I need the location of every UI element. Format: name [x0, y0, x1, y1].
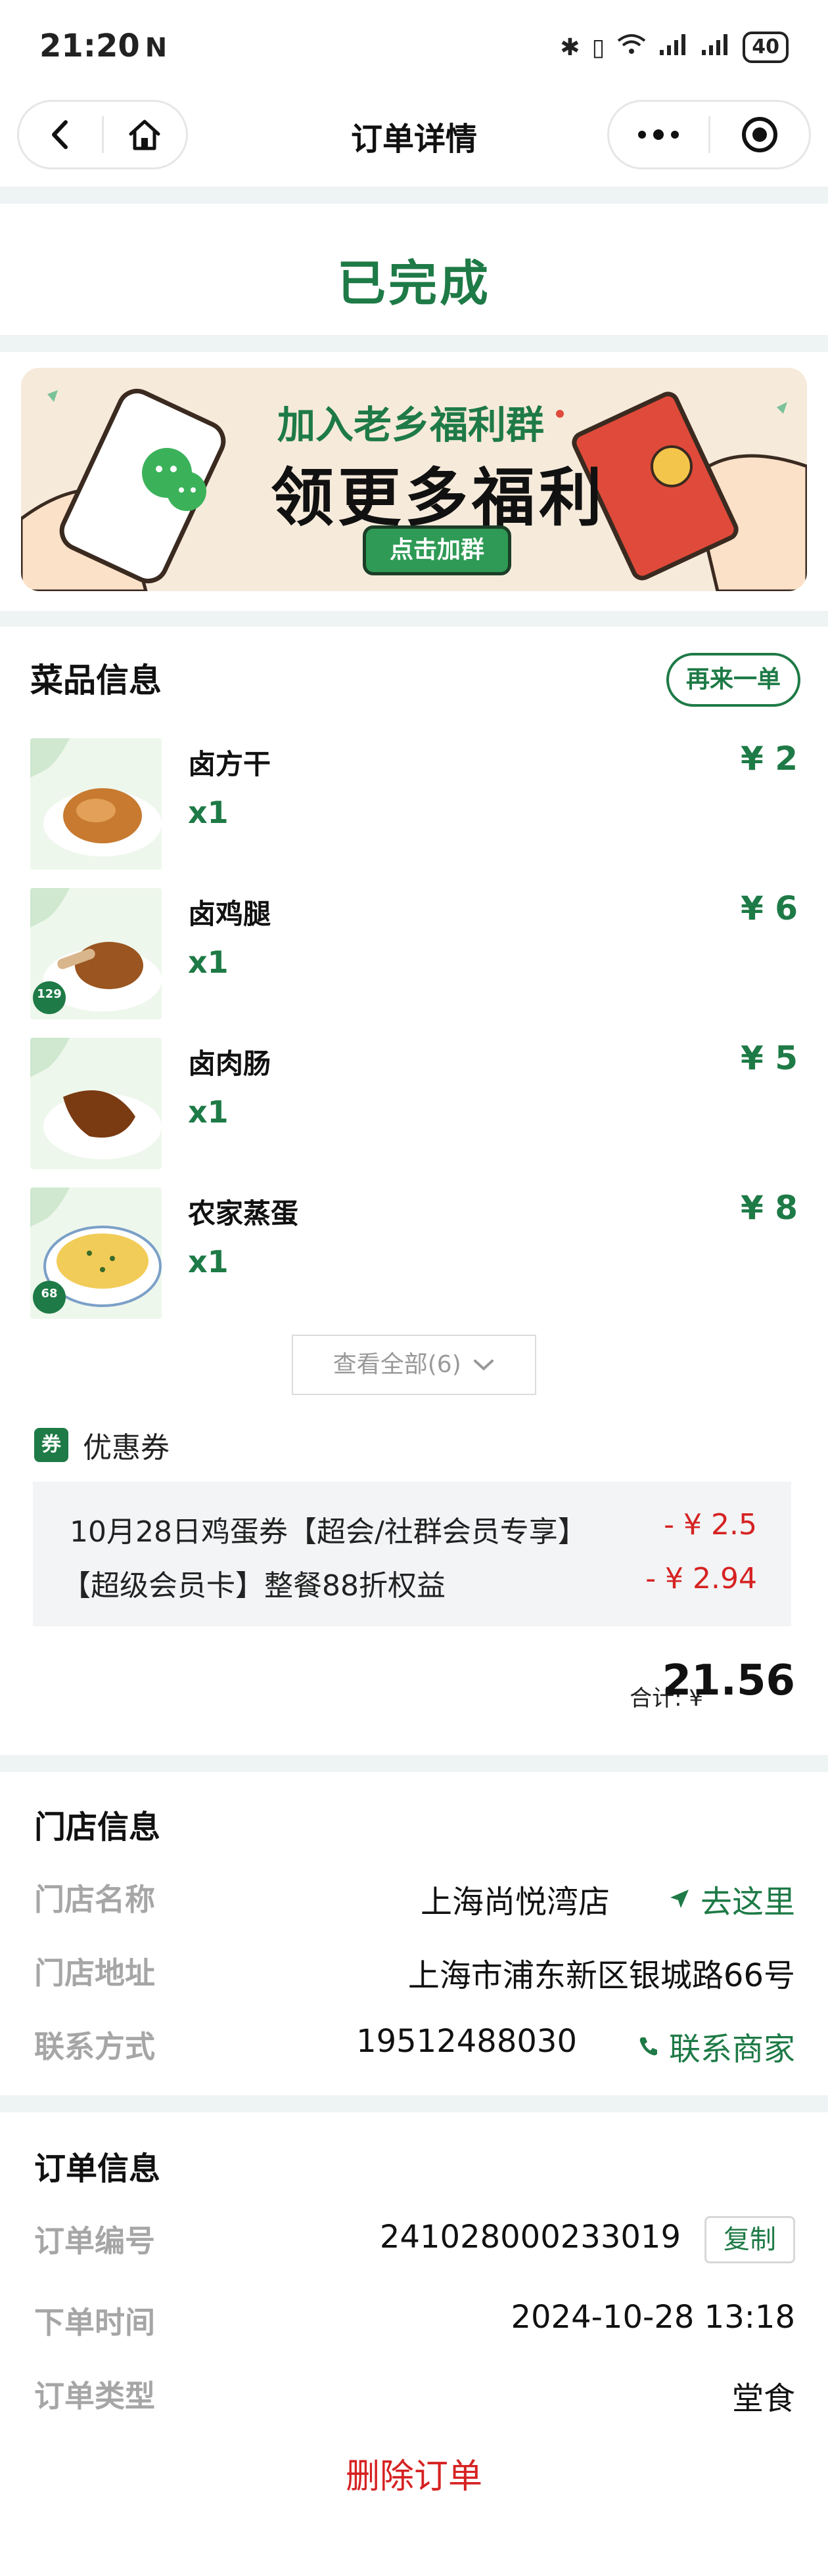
view-all-dishes-button[interactable]: 查看全部(6)	[292, 1335, 536, 1395]
contact-merchant-label: 联系商家	[668, 2031, 795, 2068]
section-divider	[0, 1755, 828, 1772]
signal-icon	[658, 33, 689, 62]
section-divider	[0, 187, 828, 204]
nav-right-capsule	[607, 100, 811, 169]
wifi-icon	[616, 33, 647, 62]
navigate-button[interactable]: 去这里	[668, 1876, 795, 1922]
banner-subtitle: 加入老乡福利群	[277, 403, 545, 447]
dish-price: ¥ 8	[741, 1189, 798, 1227]
battery-indicator: 40	[743, 32, 789, 63]
coupon-header: 券 优惠券	[34, 1424, 170, 1466]
dish-quantity: x1	[188, 1094, 229, 1130]
navigation-arrow-icon	[670, 1890, 689, 1908]
order-section-title: 订单信息	[34, 2150, 161, 2187]
banner-headline: 领更多福利	[271, 461, 606, 535]
order-status: 已完成	[337, 255, 491, 312]
dish-item[interactable]: 卤肉肠 x1 ¥ 5	[0, 1038, 828, 1176]
dish-item[interactable]: 129 卤鸡腿 x1 ¥ 6	[0, 888, 828, 1026]
dish-name: 卤鸡腿	[188, 898, 271, 930]
store-address: 上海市浦东新区银城路66号	[407, 1957, 795, 1994]
store-section-title: 门店信息	[34, 1809, 161, 1846]
reorder-button[interactable]: 再来一单	[666, 653, 800, 707]
section-divider	[0, 611, 828, 627]
section-divider	[0, 2095, 828, 2112]
close-miniprogram-button[interactable]	[710, 102, 810, 167]
delete-order-button[interactable]: 删除订单	[0, 2449, 828, 2498]
coupon-label: 【超级会员卡】整餐88折权益	[62, 1569, 446, 1603]
join-group-button[interactable]: 点击加群	[363, 525, 511, 575]
more-dots-icon	[638, 129, 679, 140]
bluetooth-icon: ✱	[560, 33, 580, 61]
contact-label: 联系方式	[34, 2029, 155, 2064]
store-phone: 19512488030	[356, 2023, 577, 2060]
chevron-down-icon	[474, 1360, 494, 1371]
dish-price: ¥ 5	[741, 1039, 798, 1077]
contact-merchant-button[interactable]: 联系商家	[637, 2023, 795, 2069]
dish-quantity: x1	[188, 944, 229, 980]
dish-image: 129	[30, 888, 162, 1019]
store-name: 上海尚悦湾店	[420, 1884, 610, 1921]
sales-badge: 129	[33, 981, 66, 1014]
order-number-label: 订单编号	[34, 2223, 155, 2259]
total-value: 21.56	[662, 1656, 795, 1705]
dish-quantity: x1	[188, 1244, 229, 1279]
dish-name: 卤肉肠	[188, 1048, 271, 1080]
dish-item[interactable]: 68 农家蒸蛋 x1 ¥ 8	[0, 1188, 828, 1325]
navigate-label: 去这里	[700, 1884, 795, 1921]
order-type-label: 订单类型	[34, 2378, 155, 2414]
order-number: 241028000233019	[379, 2219, 681, 2255]
view-all-label: 查看全部(6)	[333, 1351, 461, 1378]
dish-image	[30, 738, 162, 870]
section-divider	[0, 335, 828, 352]
target-icon	[741, 117, 777, 152]
coupon-list: 10月28日鸡蛋券【超会/社群会员专享】 - ¥ 2.5 【超级会员卡】整餐88…	[33, 1482, 791, 1626]
coupon-amount: - ¥ 2.5	[664, 1508, 757, 1542]
store-address-label: 门店地址	[34, 1955, 155, 1991]
dish-name: 卤方干	[188, 748, 271, 780]
coupon-label: 10月28日鸡蛋券【超会/社群会员专享】	[70, 1515, 587, 1549]
order-status-card: 已完成	[0, 204, 828, 335]
coupon-title: 优惠券	[83, 1431, 170, 1465]
dish-name: 农家蒸蛋	[188, 1197, 299, 1230]
dish-price: ¥ 2	[741, 740, 798, 778]
coupon-amount: - ¥ 2.94	[645, 1562, 757, 1595]
order-time: 2024-10-28 13:18	[511, 2299, 795, 2336]
dish-item[interactable]: 卤方干 x1 ¥ 2	[0, 738, 828, 876]
status-icons: ✱ ▯ 40	[560, 32, 789, 63]
dish-price: ¥ 6	[741, 889, 798, 927]
store-name-label: 门店名称	[34, 1882, 155, 1917]
dish-section-title: 菜品信息	[30, 661, 162, 700]
dish-image: 68	[30, 1188, 162, 1319]
nfc-icon: N	[145, 33, 168, 63]
signal-icon	[701, 33, 731, 62]
vibrate-icon: ▯	[591, 33, 605, 61]
copy-button[interactable]: 复制	[704, 2216, 795, 2263]
order-type: 堂食	[731, 2380, 795, 2417]
coupon-icon: 券	[34, 1428, 68, 1462]
sales-badge: 68	[33, 1281, 66, 1314]
dish-quantity: x1	[188, 795, 229, 830]
dish-image	[30, 1038, 162, 1169]
status-time: 21:20 N	[39, 28, 168, 64]
phone-icon	[639, 2037, 657, 2056]
more-button[interactable]	[609, 102, 708, 167]
join-group-banner[interactable]: 加入老乡福利群 领更多福利 点击加群	[21, 368, 807, 591]
order-time-label: 下单时间	[34, 2305, 155, 2340]
